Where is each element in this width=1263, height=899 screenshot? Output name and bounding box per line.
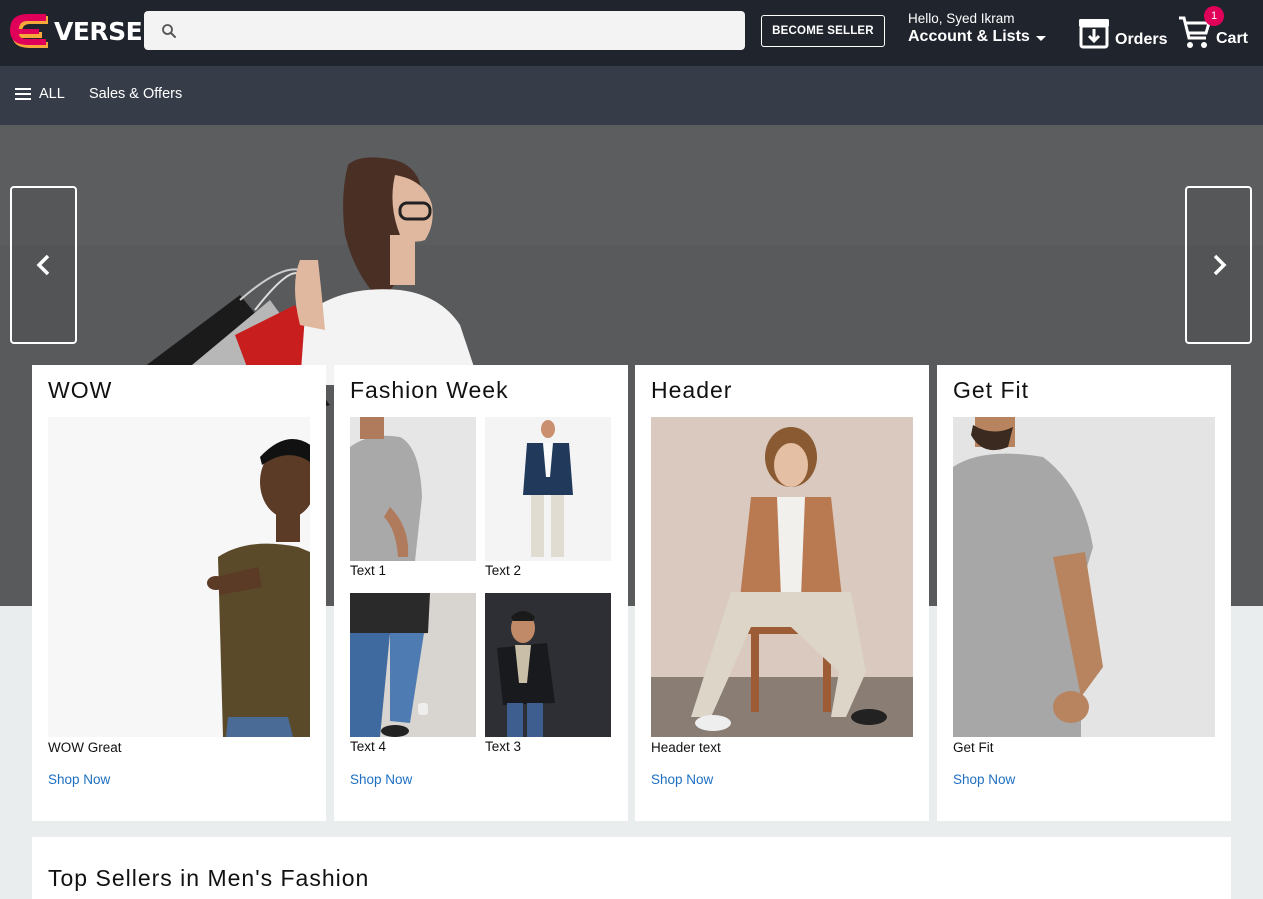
shop-now-link[interactable]: Shop Now — [48, 772, 110, 787]
product-card-wow: WOW WOW Great Shop Now — [32, 365, 326, 821]
card-title: Get Fit — [953, 377, 1030, 403]
product-card-get-fit: Get Fit Get Fit Shop Now — [937, 365, 1231, 821]
logo-text: VERSE — [54, 16, 143, 46]
card-image[interactable] — [651, 417, 913, 737]
chevron-left-icon — [36, 254, 49, 276]
card-title: Fashion Week — [350, 377, 509, 403]
tile-image — [350, 593, 476, 737]
chevron-right-icon — [1213, 254, 1226, 276]
card-caption: Get Fit — [953, 740, 994, 755]
cart-label: Cart — [1216, 30, 1249, 47]
become-seller-button[interactable]: BECOME SELLER — [761, 15, 885, 47]
tile-label: Text 2 — [485, 563, 522, 578]
tile-image — [350, 417, 476, 561]
grid-tile[interactable]: Text 4 — [350, 593, 476, 754]
card-caption: WOW Great — [48, 740, 122, 755]
menu-icon — [15, 88, 31, 100]
shop-now-link[interactable]: Shop Now — [651, 772, 713, 787]
card-caption: Header text — [651, 740, 721, 755]
search-input[interactable] — [190, 11, 735, 50]
grid-tile[interactable]: Text 3 — [485, 593, 611, 754]
tile-image — [485, 417, 611, 561]
hero-prev-button[interactable] — [10, 186, 77, 344]
shop-now-link[interactable]: Shop Now — [953, 772, 1015, 787]
card-image[interactable] — [48, 417, 310, 737]
account-greeting: Hello, Syed Ikram — [908, 11, 1015, 26]
nav-bar: ALL Sales & Offers — [0, 66, 1263, 125]
tile-image — [485, 593, 611, 737]
tile-label: Text 3 — [485, 739, 522, 754]
nav-all-label: ALL — [39, 86, 65, 102]
nav-all-button[interactable]: ALL — [15, 86, 65, 102]
logo-icon — [8, 12, 52, 50]
logo[interactable]: VERSE — [8, 11, 143, 51]
top-sellers-section: Top Sellers in Men's Fashion — [32, 837, 1231, 899]
cart-button[interactable]: Cart 1 — [1178, 6, 1249, 50]
nav-item-sales-offers[interactable]: Sales & Offers — [89, 86, 182, 102]
card-title: Header — [651, 377, 733, 403]
product-card-fashion-week: Fashion Week Text 1 Text 2 Text 4 Text 3… — [334, 365, 628, 821]
product-card-header: Header Header text Shop Now — [635, 365, 929, 821]
grid-tile[interactable]: Text 1 — [350, 417, 476, 578]
account-lists-label: Account & Lists — [908, 28, 1030, 45]
cart-count-badge: 1 — [1204, 6, 1224, 26]
tile-label: Text 4 — [350, 739, 387, 754]
shop-now-link[interactable]: Shop Now — [350, 772, 412, 787]
account-menu[interactable]: Hello, Syed Ikram Account & Lists — [908, 11, 1046, 46]
card-image[interactable] — [953, 417, 1215, 737]
section-title: Top Sellers in Men's Fashion — [48, 865, 370, 891]
grid-tile[interactable]: Text 2 — [485, 417, 611, 578]
orders-label: Orders — [1115, 31, 1168, 48]
orders-button[interactable]: Orders — [1077, 16, 1167, 50]
search-icon — [162, 24, 176, 38]
account-lists[interactable]: Account & Lists — [908, 28, 1046, 46]
archive-icon — [1079, 19, 1109, 49]
caret-down-icon — [1035, 36, 1046, 41]
top-header: VERSE BECOME SELLER Hello, Syed Ikram Ac… — [0, 0, 1263, 66]
hero-next-button[interactable] — [1185, 186, 1252, 344]
card-title: WOW — [48, 377, 113, 403]
search-bar[interactable] — [144, 11, 745, 50]
tile-label: Text 1 — [350, 563, 387, 578]
